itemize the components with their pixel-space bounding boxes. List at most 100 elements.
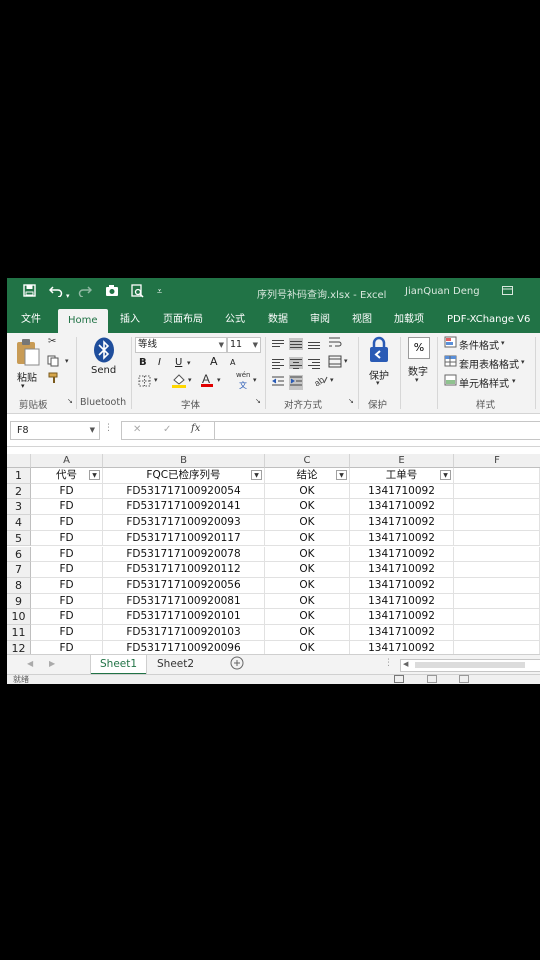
cell-e[interactable]: 1341710092	[350, 546, 454, 563]
filter-dropdown-icon[interactable]: ▼	[336, 470, 347, 480]
wrap-text-icon[interactable]	[328, 336, 342, 352]
protect-dropdown-icon[interactable]: ▾	[376, 379, 380, 387]
row-header[interactable]: 1	[7, 468, 31, 484]
cell-a[interactable]: FD	[31, 546, 103, 563]
cell-b[interactable]: FD531717100920056	[103, 577, 265, 594]
tab-split-handle-icon[interactable]: ⋮	[384, 658, 393, 668]
cell-a[interactable]: FD	[31, 530, 103, 547]
cell-e[interactable]: 1341710092	[350, 562, 454, 578]
row-header[interactable]: 2	[7, 483, 31, 500]
cell-c[interactable]: OK	[265, 515, 350, 531]
ribbon-display-options-icon[interactable]	[502, 285, 513, 298]
user-name[interactable]: JianQuan Deng	[405, 286, 480, 297]
number-dropdown-icon[interactable]: ▾	[415, 376, 419, 384]
format-as-table-button[interactable]: 套用表格格式	[459, 356, 519, 371]
bluetooth-send-button[interactable]: Send	[91, 365, 116, 376]
cell-e[interactable]: 1341710092	[350, 515, 454, 531]
formula-bar-options-icon[interactable]: ⋮	[104, 423, 113, 433]
align-left-icon[interactable]	[271, 357, 285, 369]
header-cell[interactable]: 代号 ▼	[31, 468, 103, 484]
merge-dropdown-icon[interactable]: ▾	[344, 357, 348, 365]
cell-e[interactable]: 1341710092	[350, 483, 454, 500]
phonetic-dropdown-icon[interactable]: ▾	[253, 376, 257, 384]
align-bottom-icon[interactable]	[307, 338, 321, 350]
customize-toolbar-icon[interactable]: ⩡	[157, 284, 162, 300]
header-cell[interactable]: FQC已检序列号 ▼	[103, 468, 265, 484]
cell-a[interactable]: FD	[31, 562, 103, 578]
cell-e[interactable]: 1341710092	[350, 593, 454, 610]
cell-f[interactable]	[454, 546, 540, 563]
align-right-icon[interactable]	[307, 357, 321, 369]
cancel-icon[interactable]: ✕	[133, 424, 141, 435]
enter-icon[interactable]: ✓	[163, 424, 171, 435]
column-header-a[interactable]: A	[31, 454, 103, 468]
borders-icon[interactable]	[138, 375, 151, 390]
column-header-c[interactable]: C	[265, 454, 350, 468]
cell-b[interactable]: FD531717100920141	[103, 499, 265, 516]
cell-f[interactable]	[454, 625, 540, 641]
tab-view[interactable]: 视图	[352, 307, 372, 333]
cell-a[interactable]: FD	[31, 515, 103, 531]
shrink-font-button[interactable]: A	[230, 358, 235, 367]
copy-icon[interactable]	[47, 355, 61, 370]
save-icon[interactable]	[23, 284, 36, 302]
redo-icon[interactable]	[78, 284, 93, 302]
decrease-indent-icon[interactable]	[271, 375, 285, 390]
print-preview-icon[interactable]	[131, 284, 144, 303]
font-size-select[interactable]: 11 ▼	[227, 337, 261, 353]
paste-dropdown-icon[interactable]: ▾	[21, 382, 25, 390]
format-as-table-icon[interactable]	[444, 355, 457, 370]
header-cell[interactable]: 工单号 ▼	[350, 468, 454, 484]
cell-e[interactable]: 1341710092	[350, 625, 454, 641]
paste-button[interactable]: 粘贴	[17, 369, 37, 384]
row-header[interactable]: 8	[7, 577, 31, 594]
orientation-icon[interactable]: ab	[312, 373, 328, 389]
cell-e[interactable]: 1341710092	[350, 530, 454, 547]
align-top-icon[interactable]	[271, 338, 285, 350]
row-header[interactable]: 11	[7, 625, 31, 641]
paste-icon[interactable]	[15, 338, 41, 371]
fill-color-dropdown-icon[interactable]: ▾	[188, 376, 192, 384]
filter-dropdown-icon[interactable]: ▼	[251, 470, 262, 480]
header-cell[interactable]	[454, 468, 540, 484]
cell-b[interactable]: FD531717100920112	[103, 562, 265, 578]
column-header-f[interactable]: F	[454, 454, 540, 468]
row-header[interactable]: 5	[7, 530, 31, 547]
sheet-tab-sheet1[interactable]: Sheet1	[91, 655, 147, 675]
tab-data[interactable]: 数据	[268, 307, 288, 333]
grow-font-button[interactable]: A	[210, 355, 218, 368]
cell-b[interactable]: FD531717100920078	[103, 546, 265, 563]
row-header[interactable]: 6	[7, 546, 31, 563]
borders-dropdown-icon[interactable]: ▾	[154, 376, 158, 384]
undo-icon[interactable]	[48, 284, 63, 302]
phonetic-guide-button[interactable]: wén	[236, 371, 250, 379]
normal-view-icon[interactable]	[394, 675, 404, 683]
cell-f[interactable]	[454, 593, 540, 610]
formula-input[interactable]	[214, 421, 540, 440]
cell-b[interactable]: FD531717100920081	[103, 593, 265, 610]
row-header[interactable]: 3	[7, 499, 31, 516]
font-color-icon[interactable]: A	[200, 372, 214, 391]
cell-c[interactable]: OK	[265, 562, 350, 578]
cell-f[interactable]	[454, 499, 540, 516]
cell-c[interactable]: OK	[265, 499, 350, 516]
cell-f[interactable]	[454, 609, 540, 625]
scroll-left-icon[interactable]: ◀	[403, 660, 408, 668]
font-launcher-icon[interactable]: ↘	[255, 397, 261, 405]
cell-a[interactable]: FD	[31, 499, 103, 516]
underline-dropdown-icon[interactable]: ▾	[187, 359, 191, 367]
tab-insert[interactable]: 插入	[120, 307, 140, 333]
cell-a[interactable]: FD	[31, 577, 103, 594]
insert-function-icon[interactable]: fx	[191, 423, 200, 434]
cell-c[interactable]: OK	[265, 577, 350, 594]
header-cell[interactable]: 结论 ▼	[265, 468, 350, 484]
cell-b[interactable]: FD531717100920103	[103, 625, 265, 641]
cell-c[interactable]: OK	[265, 546, 350, 563]
underline-button[interactable]: U	[175, 357, 182, 368]
clipboard-launcher-icon[interactable]: ↘	[67, 397, 73, 405]
cell-e[interactable]: 1341710092	[350, 499, 454, 516]
sheet-tab-sheet2[interactable]: Sheet2	[148, 655, 203, 673]
font-color-dropdown-icon[interactable]: ▾	[217, 376, 221, 384]
cell-styles-icon[interactable]	[444, 374, 457, 389]
horizontal-scrollbar[interactable]: ◀	[400, 659, 540, 672]
